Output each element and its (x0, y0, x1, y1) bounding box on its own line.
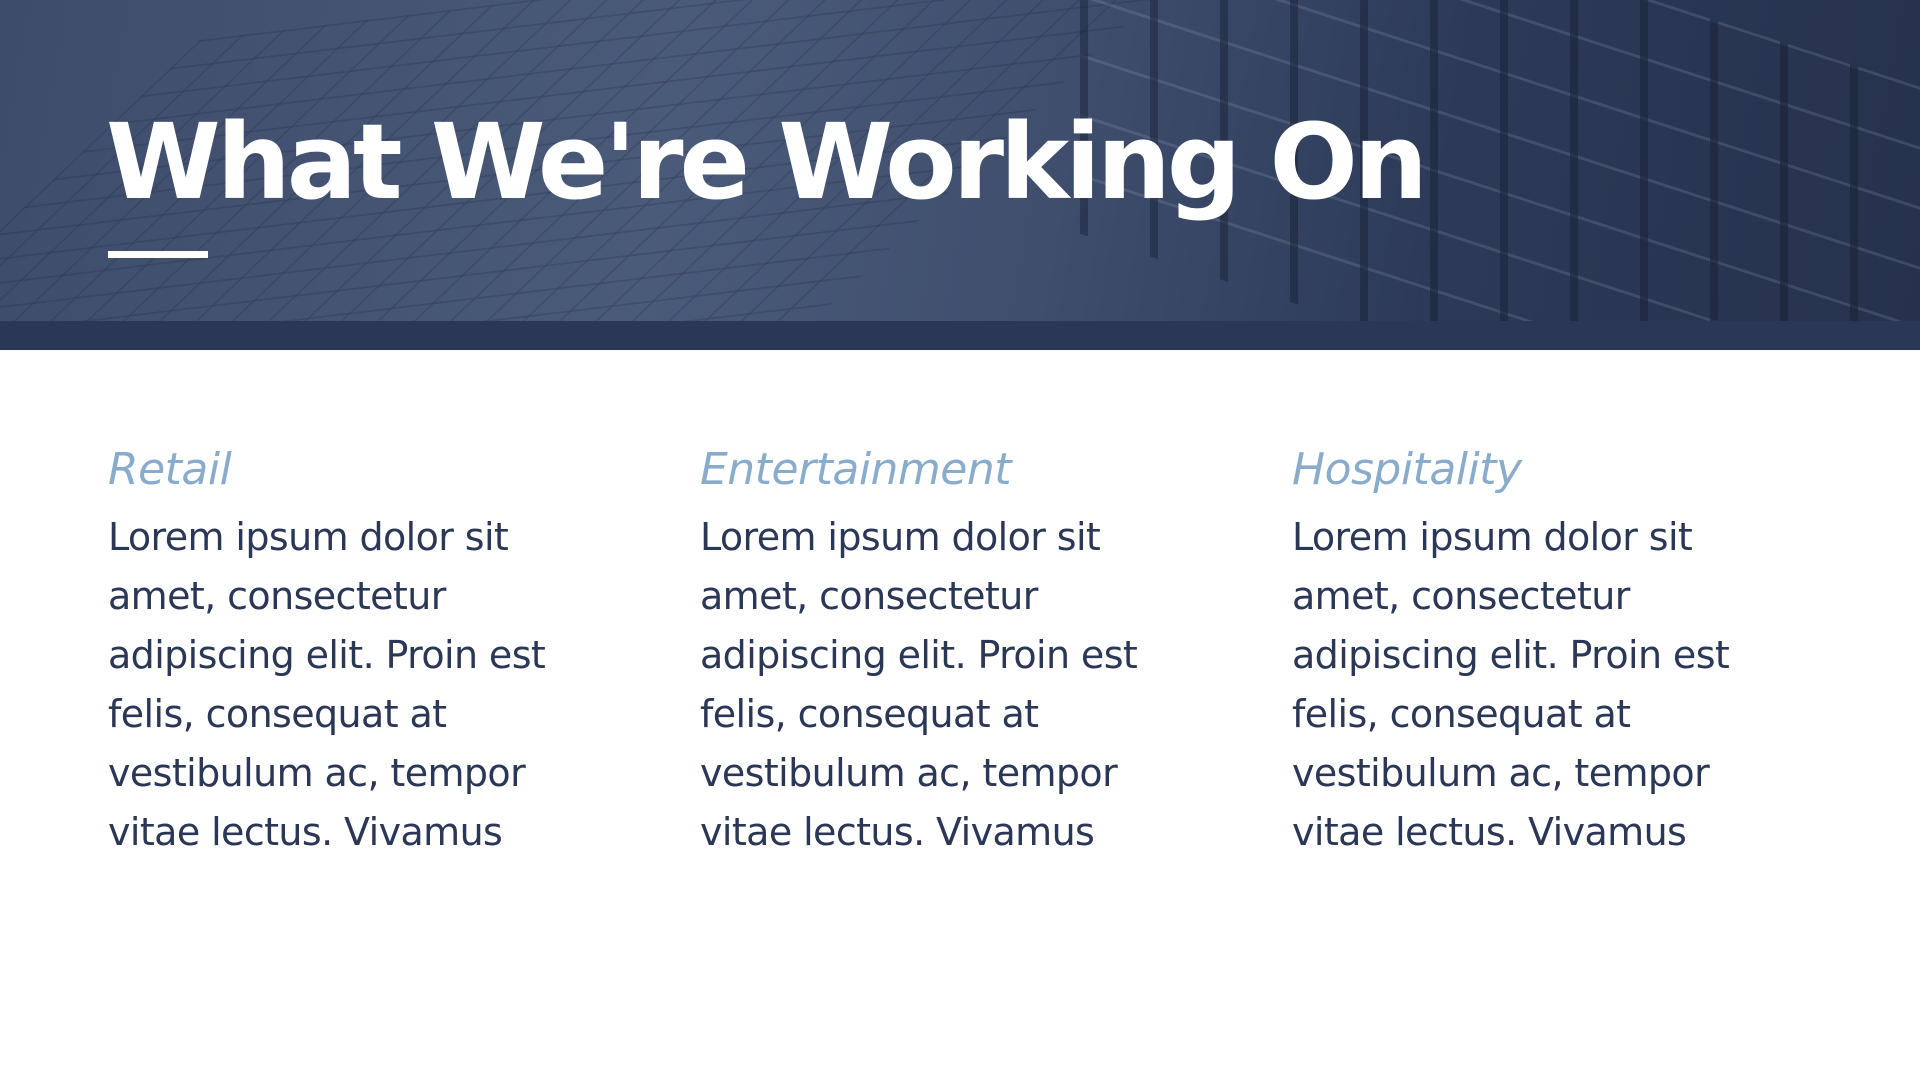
title-underline (108, 251, 208, 258)
hero-banner: What We're Working On (0, 0, 1920, 321)
column-retail: Retail Lorem ipsum dolor sit amet, conse… (108, 440, 648, 862)
header-band (0, 321, 1920, 350)
column-heading: Entertainment (700, 444, 1012, 495)
column-body: Lorem ipsum dolor sit amet, consectetur … (1292, 515, 1730, 854)
column-heading: Hospitality (1292, 444, 1522, 495)
column-body: Lorem ipsum dolor sit amet, consectetur … (108, 515, 546, 854)
column-entertainment: Entertainment Lorem ipsum dolor sit amet… (700, 440, 1240, 862)
page-title: What We're Working On (106, 101, 1428, 223)
column-body: Lorem ipsum dolor sit amet, consectetur … (700, 515, 1138, 854)
column-hospitality: Hospitality Lorem ipsum dolor sit amet, … (1292, 440, 1832, 862)
column-heading: Retail (108, 444, 232, 495)
